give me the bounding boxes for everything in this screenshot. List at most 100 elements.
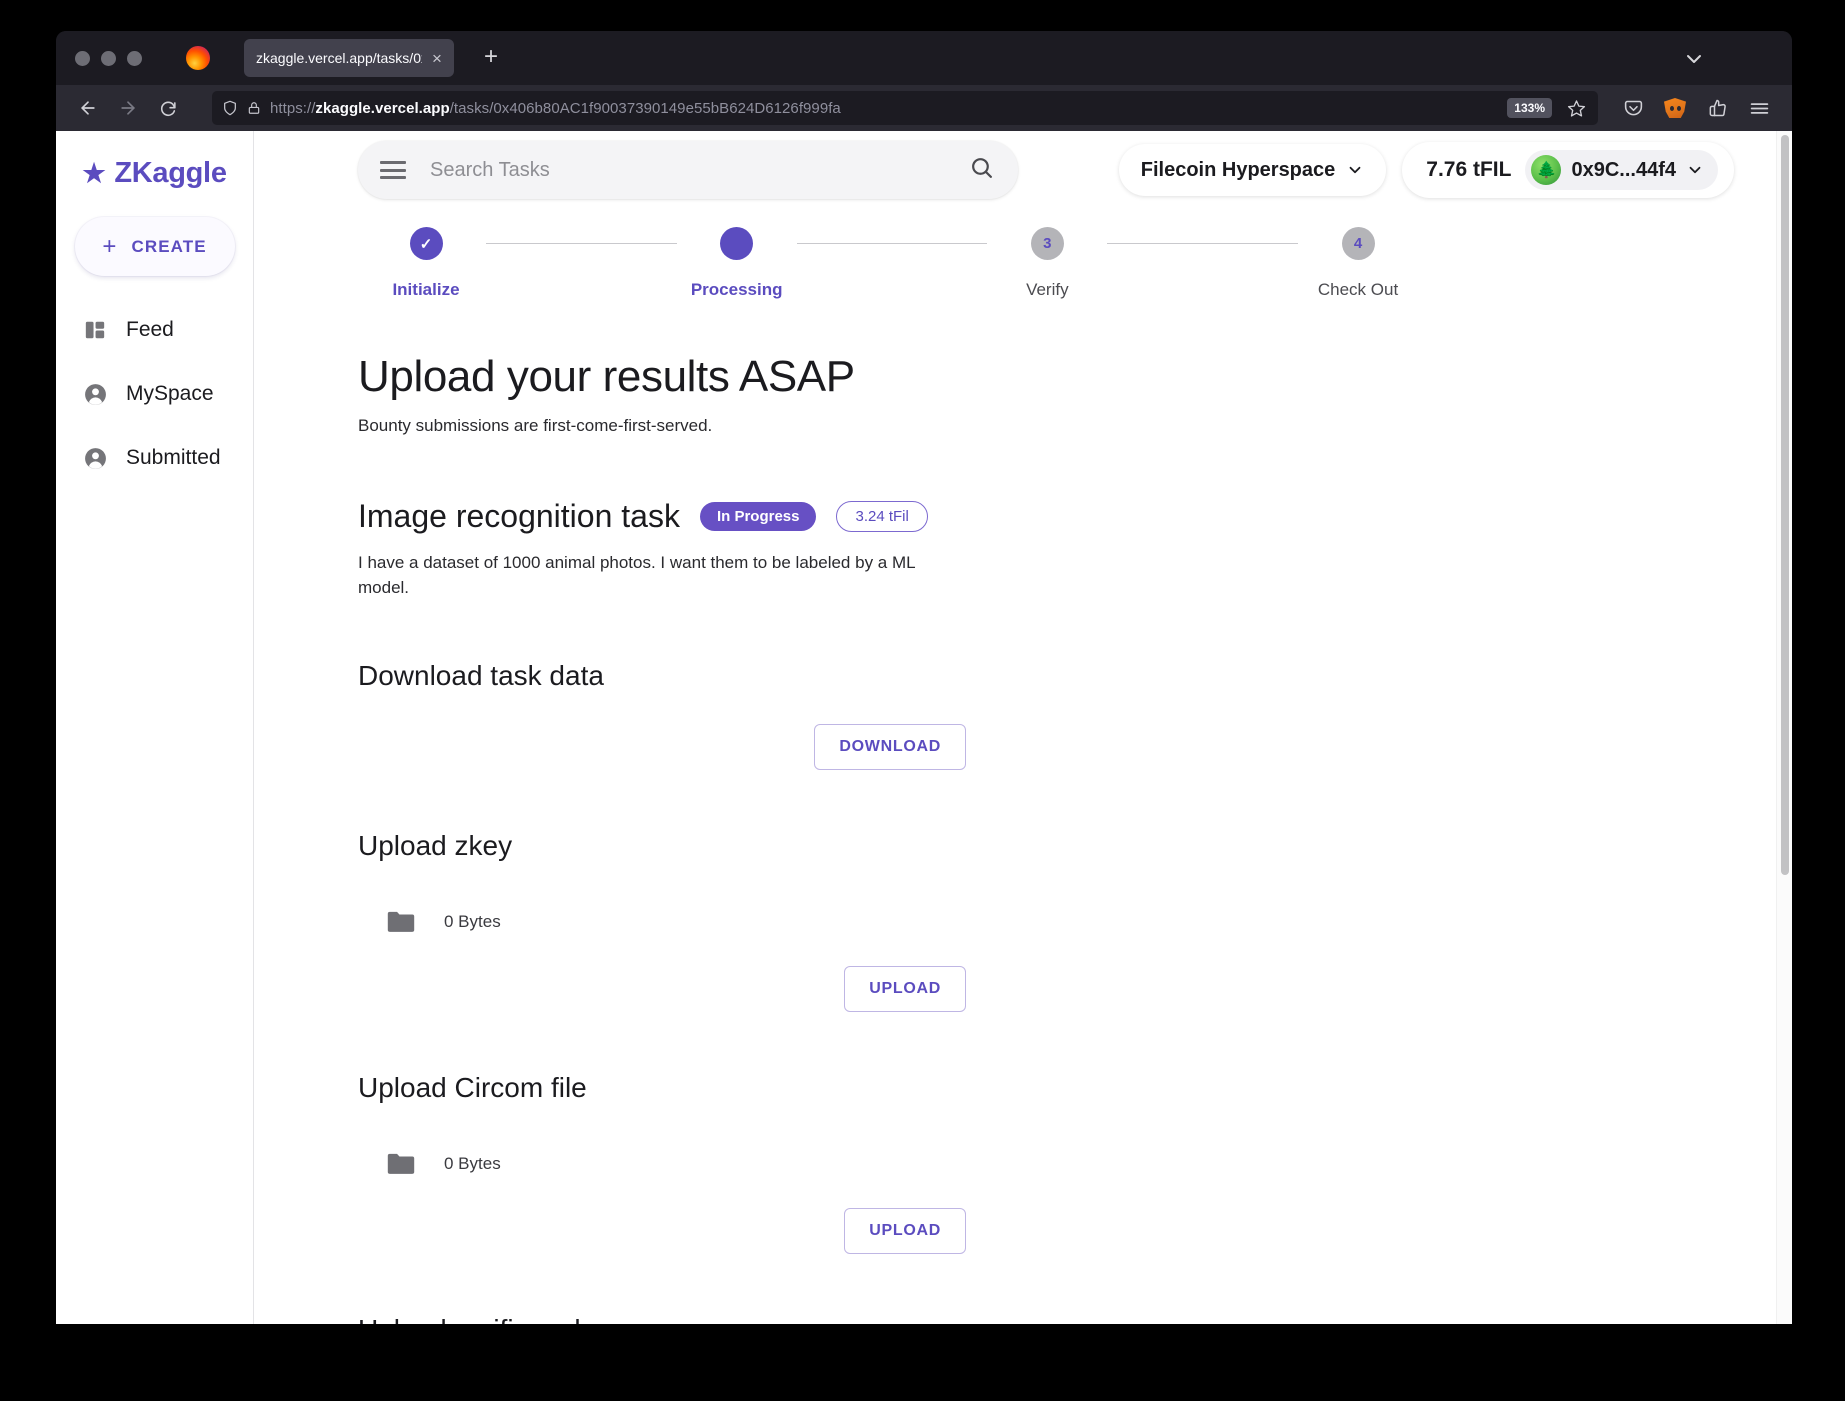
section-title: Download task data [358,660,1078,692]
forward-arrow-icon[interactable] [110,92,146,124]
avatar: 🌲 [1531,155,1561,185]
page-scrollbar-thumb[interactable] [1781,135,1789,875]
step-label: Processing [691,280,783,300]
page-subtitle: Bounty submissions are first-come-first-… [358,416,1078,436]
chevron-down-icon [1346,161,1364,179]
close-icon[interactable]: × [428,50,446,67]
progress-stepper: ✓ Initialize Processing 3 Verify [358,227,1418,300]
step-label: Check Out [1318,280,1398,300]
sidebar-item-label: Feed [126,318,174,342]
search-icon[interactable] [969,155,994,185]
step-connector [1107,243,1298,244]
url-host: zkaggle.vercel.app [315,100,449,117]
section-action-row: UPLOAD [358,966,966,1012]
sidebar-item-submitted[interactable]: Submitted [56,426,253,490]
header-actions: Filecoin Hyperspace 7.76 tFIL 🌲 0x9C...4… [1119,142,1770,198]
wallet-balance: 7.76 tFIL [1426,158,1511,182]
sidebar-item-myspace[interactable]: MySpace [56,362,253,426]
app-header: Filecoin Hyperspace 7.76 tFIL 🌲 0x9C...4… [254,131,1792,209]
step-label: Initialize [392,280,459,300]
browser-tab[interactable]: zkaggle.vercel.app/tasks/0x406b80 × [244,39,454,77]
window-maximize-button[interactable] [127,51,142,66]
browser-nav-toolbar: https://zkaggle.vercel.app/tasks/0x406b8… [56,85,1792,131]
new-tab-button[interactable]: + [476,43,506,73]
window-minimize-button[interactable] [101,51,116,66]
download-button[interactable]: DOWNLOAD [814,724,966,770]
chevron-down-icon[interactable] [1682,47,1706,71]
wallet-pill[interactable]: 7.76 tFIL 🌲 0x9C...44f4 [1402,142,1734,198]
task-description: I have a dataset of 1000 animal photos. … [358,551,958,600]
step-connector [797,243,988,244]
content-scroll-area: ✓ Initialize Processing 3 Verify [254,209,1792,1324]
page-viewport: ★ ZKaggle + CREATE Feed MySpa [56,131,1792,1324]
section-action-row: DOWNLOAD [358,724,966,770]
section-title: Upload verifier.sol [358,1314,1078,1324]
task-heading-row: Image recognition task In Progress 3.24 … [358,498,1078,535]
file-size: 0 Bytes [444,1154,501,1174]
section-upload-circom-file: Upload Circom file 0 Bytes UPLOAD [358,1072,1078,1254]
upload-zkey-button[interactable]: UPLOAD [844,966,966,1012]
network-selector[interactable]: Filecoin Hyperspace [1119,144,1387,196]
sidebar-item-feed[interactable]: Feed [56,298,253,362]
browser-tab-title: zkaggle.vercel.app/tasks/0x406b80 [256,50,422,66]
task-panel: Upload your results ASAP Bounty submissi… [358,352,1078,1324]
brand-logo[interactable]: ★ ZKaggle [56,143,253,203]
section-title: Upload zkey [358,830,1078,862]
firefox-logo-icon [186,46,210,70]
lock-icon[interactable] [247,101,261,115]
browser-toolbar-actions [1618,93,1778,123]
save-icon[interactable] [1702,93,1732,123]
step-label: Verify [1026,280,1069,300]
window-close-button[interactable] [75,51,90,66]
create-button-label: CREATE [131,237,206,257]
metamask-icon[interactable] [1660,93,1690,123]
shield-icon[interactable] [222,100,238,116]
search-bar[interactable] [358,141,1018,199]
user-icon [82,381,108,407]
folder-icon [386,1152,416,1176]
step-marker: 4 [1342,227,1375,260]
section-upload-verifier-sol: Upload verifier.sol [358,1314,1078,1324]
url-text: https://zkaggle.vercel.app/tasks/0x406b8… [270,100,841,117]
hamburger-menu-icon[interactable] [380,161,406,179]
step-marker: ✓ [410,227,443,260]
url-path: /tasks/0x406b80AC1f90037390149e55bB624D6… [450,100,841,117]
file-size: 0 Bytes [444,912,501,932]
upload-circom-button[interactable]: UPLOAD [844,1208,966,1254]
search-input[interactable] [430,159,945,182]
url-bar[interactable]: https://zkaggle.vercel.app/tasks/0x406b8… [212,91,1598,125]
folder-icon [386,910,416,934]
pocket-icon[interactable] [1618,93,1648,123]
reload-icon[interactable] [150,92,186,124]
url-scheme: https:// [270,100,315,117]
hamburger-menu-icon[interactable] [1744,93,1774,123]
step-connector [486,243,677,244]
file-row: 0 Bytes [358,910,1078,934]
step-check-out[interactable]: 4 Check Out [1298,227,1418,300]
browser-window: zkaggle.vercel.app/tasks/0x406b80 × + ht… [56,31,1792,1324]
user-icon [82,445,108,471]
step-initialize[interactable]: ✓ Initialize [366,227,486,300]
chevron-down-icon [1686,161,1704,179]
app-sidebar: ★ ZKaggle + CREATE Feed MySpa [56,131,254,1324]
section-upload-zkey: Upload zkey 0 Bytes UPLOAD [358,830,1078,1012]
section-title: Upload Circom file [358,1072,1078,1104]
step-marker: 3 [1031,227,1064,260]
star-icon[interactable] [1567,99,1586,118]
reward-badge: 3.24 tFil [836,501,927,532]
task-name: Image recognition task [358,498,680,535]
step-processing[interactable]: Processing [677,227,797,300]
sidebar-item-label: Submitted [126,446,221,470]
page-scrollbar[interactable] [1776,131,1792,1324]
network-label: Filecoin Hyperspace [1141,159,1336,182]
zoom-level-badge[interactable]: 133% [1507,98,1552,118]
step-verify[interactable]: 3 Verify [987,227,1107,300]
step-marker [720,227,753,260]
window-traffic-lights [66,51,142,66]
file-row: 0 Bytes [358,1152,1078,1176]
back-arrow-icon[interactable] [70,92,106,124]
plus-icon: + [102,235,117,259]
create-button[interactable]: + CREATE [75,217,235,276]
dashboard-icon [82,317,108,343]
wallet-account[interactable]: 🌲 0x9C...44f4 [1525,150,1718,190]
